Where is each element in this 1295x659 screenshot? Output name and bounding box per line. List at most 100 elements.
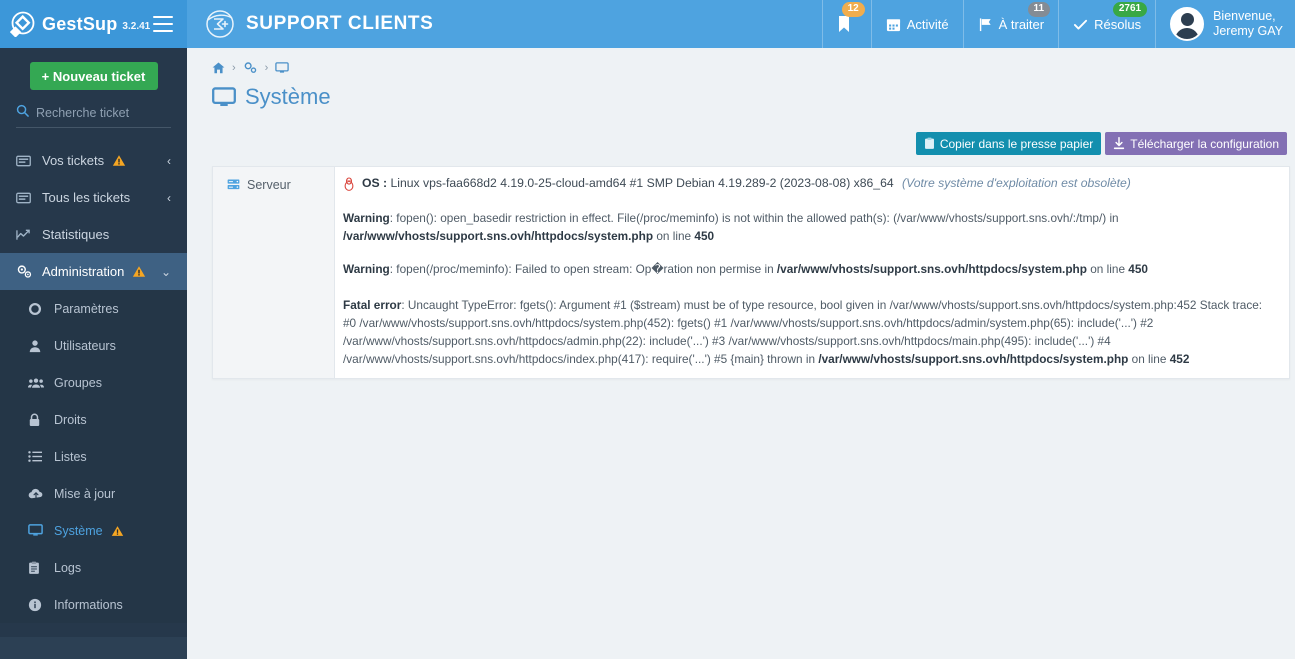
search-icon [16, 104, 36, 122]
sidebar-item-statistiques[interactable]: Statistiques [0, 216, 187, 253]
os-line: OS : Linux vps-faa668d2 4.19.0-25-cloud-… [343, 176, 1277, 195]
check-icon [1073, 17, 1088, 32]
sidebar-item-droits-label: Droits [54, 412, 87, 427]
ticket-icon [16, 155, 36, 167]
sidebar-item-mise-a-jour[interactable]: Mise à jour [0, 475, 187, 512]
sidebar-item-logs-label: Logs [54, 560, 82, 575]
sidebar-item-statistiques-label: Statistiques [42, 227, 110, 242]
breadcrumb-separator-2: › [264, 62, 269, 74]
brand-name: GestSup [42, 13, 118, 34]
sidebar-item-listes[interactable]: Listes [0, 438, 187, 475]
chart-line-icon [16, 228, 36, 242]
sidebar-item-tous-les-tickets-label: Tous les tickets [42, 190, 131, 205]
sidebar-item-utilisateurs[interactable]: Utilisateurs [0, 327, 187, 364]
php-fatal-error: Fatal error: Uncaught TypeError: fgets()… [343, 297, 1277, 369]
breadcrumb-separator-1: › [232, 62, 236, 74]
app-title: SUPPORT CLIENTS [246, 13, 434, 34]
cloud-upload-icon [28, 487, 50, 500]
header-item-a-traiter-label: À traiter [998, 16, 1045, 32]
sidebar-footer [0, 637, 187, 659]
sidebar-item-informations-label: Informations [54, 597, 123, 612]
sidebar-item-droits[interactable]: Droits [0, 401, 187, 438]
sidebar-item-parametres[interactable]: Paramètres [0, 290, 187, 327]
header-actions: 12 Activité À traiter 11 Résolus 2761 Bi… [821, 0, 1295, 48]
user-greeting: Bienvenue, [1213, 9, 1276, 23]
gear-icon [28, 302, 50, 316]
copy-to-clipboard-button[interactable]: Copier dans le presse papier [915, 132, 1102, 155]
search-input[interactable] [36, 106, 171, 120]
sidebar-item-groupes-label: Groupes [54, 375, 102, 390]
user-name: Jeremy GAY [1213, 24, 1283, 38]
os-obsolete-note: (Votre système d'exploitation est obsolè… [902, 176, 1131, 190]
page-title-text: Système [245, 84, 331, 109]
monitor-icon[interactable] [275, 62, 290, 74]
sidebar-item-tous-les-tickets[interactable]: Tous les tickets ‹ [0, 179, 187, 216]
chevron-left-icon[interactable]: ‹ [167, 154, 171, 168]
chevron-left-icon[interactable]: ‹ [167, 191, 171, 205]
os-value: Linux vps-faa668d2 4.19.0-25-cloud-amd64… [390, 176, 894, 190]
brand-area[interactable]: GestSup 3.2.41 [0, 0, 187, 48]
php-warning-2-label: Warning [343, 261, 390, 276]
home-icon[interactable] [212, 62, 225, 74]
gears-icon [16, 264, 36, 280]
sidebar-item-utilisateurs-label: Utilisateurs [54, 338, 116, 353]
clipboard-icon [28, 561, 50, 575]
flag-icon [978, 17, 993, 32]
php-fatal-error-body: : Uncaught TypeError: fgets(): Argument … [343, 297, 1263, 366]
search-ticket-box[interactable] [16, 104, 171, 128]
a-traiter-badge: 11 [1027, 2, 1051, 17]
hamburger-menu-icon[interactable] [153, 16, 173, 32]
download-icon [1114, 137, 1125, 150]
server-panel-label-text: Serveur [247, 178, 291, 192]
resolus-badge: 2761 [1112, 2, 1148, 17]
bookmark-icon [837, 15, 851, 33]
php-warning-1: Warning: fopen(): open_basedir restricti… [343, 210, 1277, 246]
brand-version: 3.2.41 [122, 20, 151, 32]
php-warning-1-body: : fopen(): open_basedir restriction in e… [343, 211, 1119, 243]
top-bar: GestSup 3.2.41 SUPPORT CLIENTS 12 Activi… [0, 0, 1295, 48]
page-actions: Copier dans le presse papier Télécharger… [915, 132, 1287, 155]
sidebar-item-parametres-label: Paramètres [54, 301, 119, 316]
php-fatal-error-label: Fatal error [343, 297, 402, 312]
clipboard-icon [924, 137, 934, 149]
breadcrumb: › › [187, 48, 1295, 75]
sidebar-item-administration-label: Administration [42, 264, 125, 279]
header-item-a-traiter[interactable]: À traiter 11 [962, 0, 1059, 48]
sidebar-item-vos-tickets[interactable]: Vos tickets ‹ [0, 142, 187, 179]
chevron-down-icon[interactable]: ⌄ [161, 265, 171, 279]
main-content: › › Système Copier dans le presse papier… [187, 48, 1295, 659]
download-config-button[interactable]: Télécharger la configuration [1105, 132, 1287, 155]
server-icon [227, 179, 240, 190]
header-item-resolus[interactable]: Résolus 2761 [1058, 0, 1155, 48]
calendar-icon [886, 17, 901, 32]
sidebar-item-logs[interactable]: Logs [0, 549, 187, 586]
server-panel-body: OS : Linux vps-faa668d2 4.19.0-25-cloud-… [335, 167, 1289, 378]
sidebar-item-groupes[interactable]: Groupes [0, 364, 187, 401]
server-panel: Serveur OS : Linux vps-faa668d2 4.19.0-2… [212, 166, 1290, 380]
user-icon [28, 339, 50, 353]
top-bar-main: SUPPORT CLIENTS 12 Activité À traiter 11… [187, 0, 1295, 48]
gears-icon[interactable] [243, 61, 258, 75]
sidebar-item-vos-tickets-label: Vos tickets [42, 153, 105, 168]
php-warning-1-label: Warning [343, 211, 390, 225]
header-item-activite[interactable]: Activité [870, 0, 963, 48]
list-icon [28, 450, 50, 463]
sidebar-item-listes-label: Listes [54, 449, 87, 464]
header-item-bookmark[interactable]: 12 [821, 0, 871, 48]
sidebar-nav: Vos tickets ‹ Tous les tickets ‹ Statist… [0, 142, 187, 623]
warning-triangle-icon [112, 154, 126, 167]
sidebar-item-systeme-label: Système [54, 523, 103, 538]
monitor-icon [212, 86, 236, 108]
new-ticket-button[interactable]: + Nouveau ticket [29, 62, 158, 90]
administration-submenu: Paramètres Utilisateurs Groupes Droits L… [0, 290, 187, 623]
sidebar-item-systeme[interactable]: Système [0, 512, 187, 549]
sidebar-item-mise-a-jour-label: Mise à jour [54, 486, 116, 501]
warning-triangle-icon [132, 265, 146, 278]
user-menu[interactable]: Bienvenue, Jeremy GAY [1155, 0, 1295, 48]
sigma-plus-circle-icon [205, 9, 235, 39]
sidebar-item-informations[interactable]: Informations [0, 586, 187, 623]
sidebar-item-administration[interactable]: Administration ⌄ [0, 253, 187, 290]
tux-linux-icon [343, 177, 355, 194]
sidebar: + Nouveau ticket Vos tickets ‹ [0, 48, 187, 659]
os-key: OS : [362, 176, 388, 190]
